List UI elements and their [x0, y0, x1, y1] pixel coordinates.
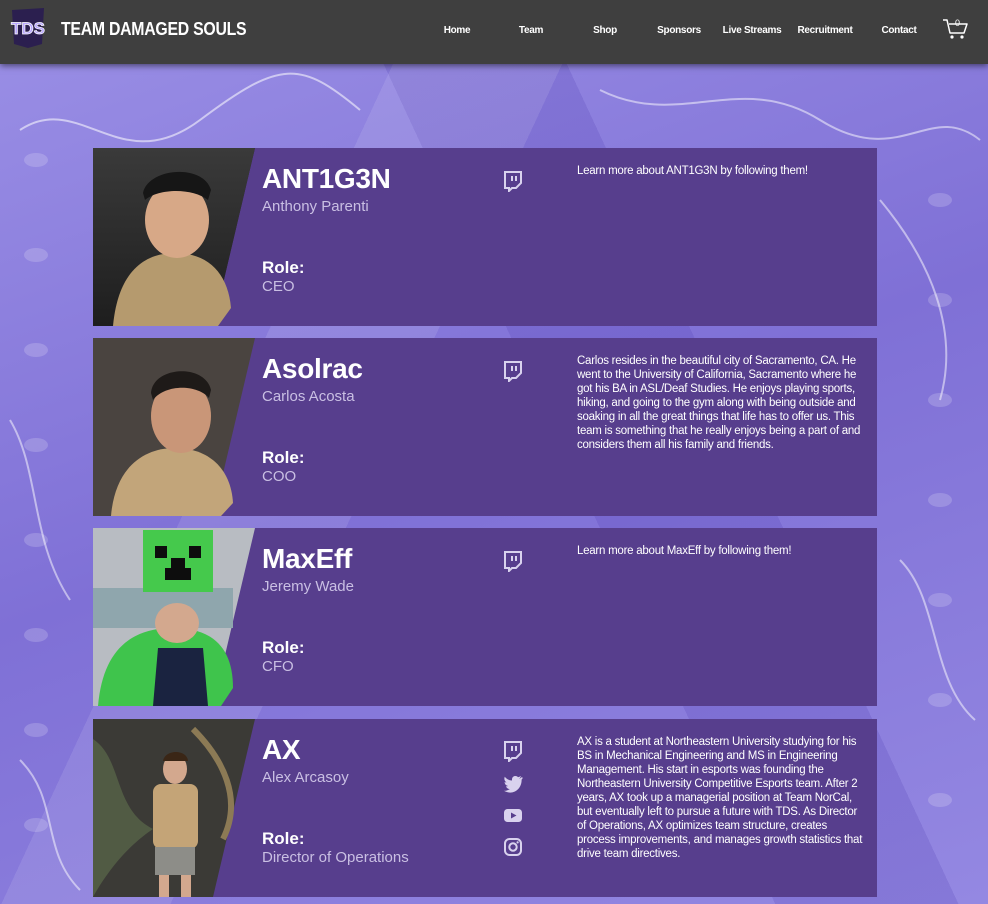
member-name: Anthony Parenti — [262, 198, 369, 215]
role-label: Role: — [262, 829, 305, 848]
nav-contact[interactable]: Contact — [862, 25, 936, 36]
member-photo — [93, 338, 255, 516]
role-label: Role: — [262, 258, 305, 277]
member-handle: Asolrac — [262, 353, 363, 384]
team-member-card: AX Alex Arcasoy Role: Director of Operat… — [93, 719, 877, 897]
team-member-card: Asolrac Carlos Acosta Role: COO Carlos r… — [93, 338, 877, 516]
member-bio: Learn more about ANT1G3N by following th… — [577, 165, 808, 177]
member-bio: Learn more about MaxEff by following the… — [577, 545, 792, 557]
member-bio: AX is a student at Northeastern Universi… — [577, 736, 863, 860]
nav-team[interactable]: Team — [494, 25, 568, 36]
role-value: CFO — [262, 658, 294, 675]
twitch-icon[interactable] — [502, 360, 524, 382]
member-name: Alex Arcasoy — [262, 769, 349, 786]
role-label: Role: — [262, 638, 305, 657]
nav-recruitment[interactable]: Recruitment — [788, 25, 862, 36]
member-name: Jeremy Wade — [262, 578, 354, 595]
member-handle: MaxEff — [262, 543, 352, 574]
nav-live-streams[interactable]: Live Streams — [715, 25, 789, 36]
instagram-icon[interactable] — [502, 836, 524, 858]
tds-logo-icon[interactable]: TDS — [8, 6, 48, 50]
cart-count: 0 — [955, 18, 961, 28]
member-handle: AX — [262, 734, 301, 765]
site-header: TDS TEAM DAMAGED SOULS Home Team Shop Sp… — [0, 0, 988, 64]
member-handle: ANT1G3N — [262, 163, 391, 194]
twitch-icon[interactable] — [502, 170, 524, 192]
member-name: Carlos Acosta — [262, 388, 355, 405]
logo-text: TDS — [11, 19, 45, 38]
brand-name[interactable]: TEAM DAMAGED SOULS — [61, 19, 247, 40]
nav-home[interactable]: Home — [420, 25, 494, 36]
role-value: CEO — [262, 278, 295, 295]
team-member-card: ANT1G3N Anthony Parenti Role: CEO Learn … — [93, 148, 877, 326]
role-label: Role: — [262, 448, 305, 467]
member-photo — [93, 528, 255, 706]
twitch-icon[interactable] — [502, 550, 524, 572]
member-bio: Carlos resides in the beautiful city of … — [577, 355, 861, 451]
member-photo — [93, 148, 255, 326]
role-value: COO — [262, 468, 297, 485]
member-photo — [93, 719, 255, 897]
nav-sponsors[interactable]: Sponsors — [642, 25, 716, 36]
youtube-icon[interactable] — [502, 804, 524, 826]
twitch-icon[interactable] — [502, 740, 524, 762]
role-value: Director of Operations — [262, 849, 409, 866]
twitter-icon[interactable] — [502, 772, 524, 794]
nav-shop[interactable]: Shop — [568, 25, 642, 36]
team-member-card: MaxEff Jeremy Wade Role: CFO Learn more … — [93, 528, 877, 706]
